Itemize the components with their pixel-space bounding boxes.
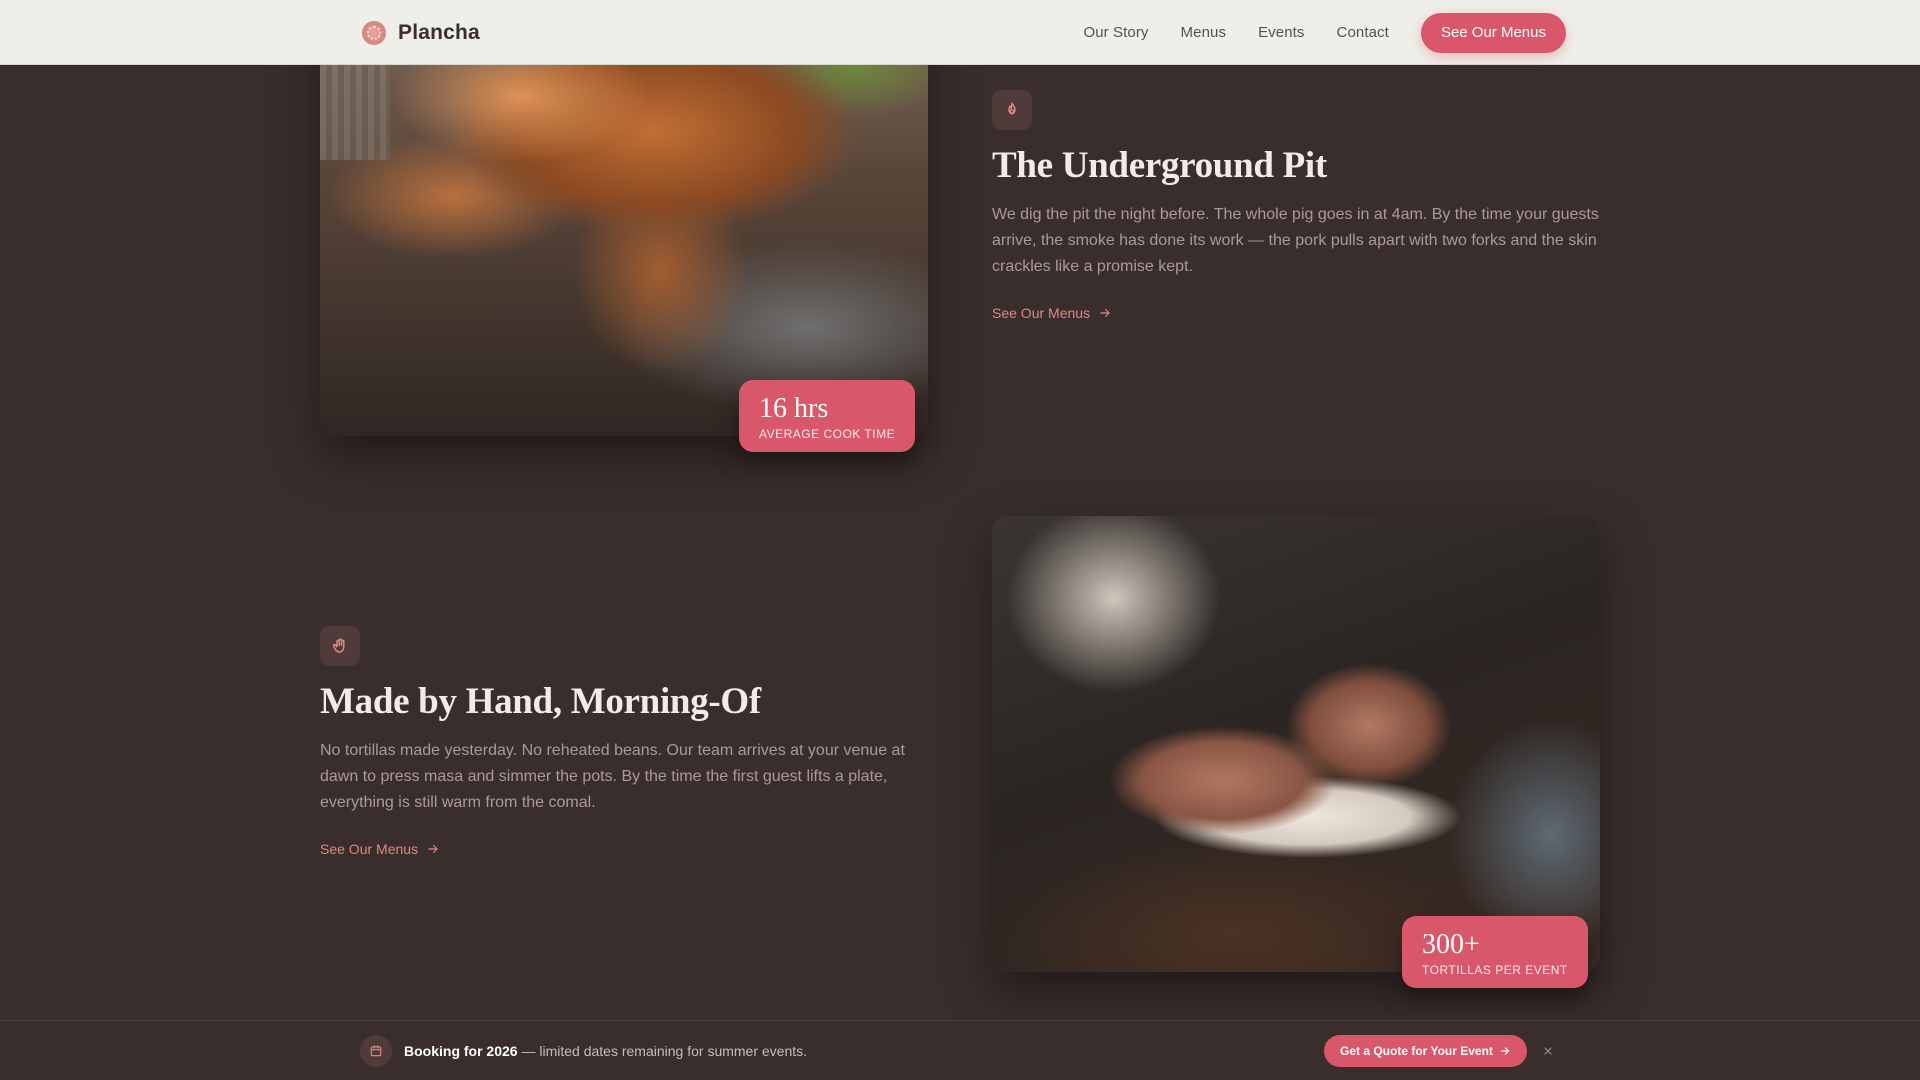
get-quote-button[interactable]: Get a Quote for Your Event xyxy=(1324,1035,1527,1067)
stat-badge-tortillas: 300+ TORTILLAS PER EVENT xyxy=(1402,916,1588,989)
close-icon[interactable] xyxy=(1538,1041,1558,1061)
stat-label: AVERAGE COOK TIME xyxy=(759,427,896,442)
site-header: Plancha Our Story Menus Events Contact S… xyxy=(0,0,1920,65)
feature-title: Made by Hand, Morning-Of xyxy=(320,681,761,722)
hands-pressing-masa-photo xyxy=(992,516,1600,972)
hand-icon xyxy=(320,626,360,666)
stat-value: 16 hrs xyxy=(759,393,829,424)
feature-description: No tortillas made yesterday. No reheated… xyxy=(320,742,905,811)
nav-link-menus[interactable]: Menus xyxy=(1181,24,1227,41)
nav-link-contact[interactable]: Contact xyxy=(1337,24,1389,41)
nav-link-events[interactable]: Events xyxy=(1258,24,1304,41)
see-menus-link[interactable]: See Our Menus xyxy=(320,841,440,857)
arrow-right-icon xyxy=(1100,308,1110,318)
arrow-right-icon xyxy=(1500,1047,1510,1055)
roast-pig-photo xyxy=(320,0,928,436)
booking-banner: Booking for 2026 — limited dates remaini… xyxy=(0,1020,1920,1080)
main-nav: Our Story Menus Events Contact See Our M… xyxy=(1083,0,1566,65)
logo-icon xyxy=(362,20,386,45)
stat-label: TORTILLAS PER EVENT xyxy=(1422,963,1568,978)
link-label: See Our Menus xyxy=(992,305,1091,321)
arrow-right-icon xyxy=(428,844,438,854)
see-menus-button[interactable]: See Our Menus xyxy=(1420,12,1566,53)
booking-message: Booking for 2026 — limited dates remaini… xyxy=(360,1021,807,1080)
nav-link-our-story[interactable]: Our Story xyxy=(1083,24,1148,41)
booking-text: Booking for 2026 — limited dates remaini… xyxy=(404,1043,807,1059)
see-menus-link[interactable]: See Our Menus xyxy=(992,305,1112,321)
feature-title: The Underground Pit xyxy=(992,145,1327,186)
stat-value: 300+ xyxy=(1422,929,1480,960)
brand-logo-link[interactable]: Plancha xyxy=(362,0,480,65)
feature-description: We dig the pit the night before. The who… xyxy=(992,206,1599,275)
flame-icon xyxy=(992,90,1032,130)
booking-strong-text: Booking for 2026 xyxy=(404,1043,518,1059)
calendar-icon xyxy=(360,1035,392,1067)
quote-button-label: Get a Quote for Your Event xyxy=(1340,1044,1493,1058)
booking-rest-text: — limited dates remaining for summer eve… xyxy=(517,1043,808,1059)
brand-name: Plancha xyxy=(398,20,480,44)
stat-badge-cook-time: 16 hrs AVERAGE COOK TIME xyxy=(739,380,916,453)
link-label: See Our Menus xyxy=(320,841,419,857)
